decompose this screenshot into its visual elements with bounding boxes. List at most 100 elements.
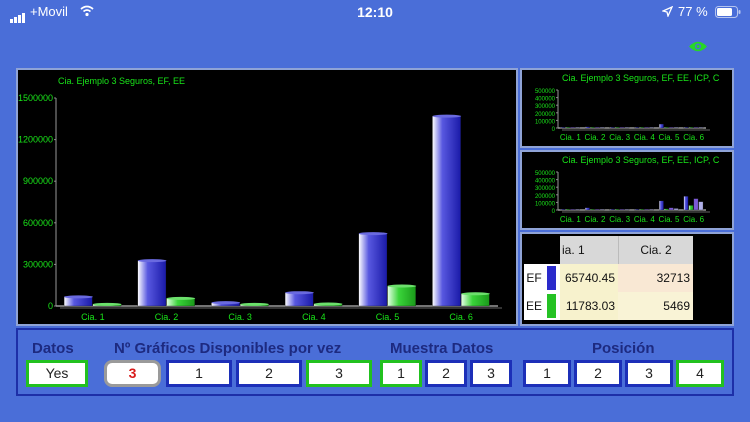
y-tick-label: 0	[552, 209, 556, 215]
controls-bar: Datos Yes Nº Gráficos Disponibles por ve…	[16, 328, 734, 396]
table-row-label: EE	[524, 292, 544, 320]
posicion-label: Posición	[592, 340, 655, 357]
bar-top	[358, 232, 388, 236]
bar	[619, 127, 625, 129]
bar	[619, 209, 625, 211]
bar	[693, 198, 699, 211]
bar	[663, 127, 669, 129]
location-arrow-icon	[662, 6, 673, 17]
y-tick-label: 0	[48, 301, 53, 311]
bar	[668, 207, 674, 211]
bar-top	[387, 284, 417, 288]
graficos-option-3-button[interactable]: 3	[306, 360, 372, 387]
muestra-option-1-button[interactable]: 1	[380, 360, 422, 387]
table-cell: 65740.45	[560, 264, 618, 292]
bar	[565, 209, 570, 211]
x-category-label: Cia. 1	[81, 312, 105, 322]
bar	[644, 209, 649, 211]
bar	[461, 293, 490, 307]
x-category-label: Cia. 4	[302, 312, 326, 322]
bar	[594, 127, 600, 129]
y-tick-label: 200000	[535, 194, 556, 200]
table-column-header: ia. 1	[560, 236, 618, 264]
bar	[624, 127, 630, 129]
datos-toggle-button[interactable]: Yes	[26, 360, 88, 387]
bar	[137, 260, 167, 307]
posicion-option-3-button[interactable]: 3	[625, 360, 673, 387]
x-category-label: Cia. 1	[560, 133, 581, 142]
chart-title: Cia. Ejemplo 3 Seguros, EF, EE, ICP, C	[562, 73, 720, 83]
bar	[284, 292, 314, 307]
y-tick-label: 300000	[23, 259, 53, 269]
y-tick-label: 400000	[535, 179, 556, 185]
y-tick-label: 400000	[535, 97, 556, 103]
bar	[693, 127, 699, 129]
bar	[649, 209, 654, 211]
muestra-option-2-button[interactable]: 2	[425, 360, 467, 387]
bar	[673, 208, 679, 211]
graficos-current-value[interactable]: 3	[104, 360, 161, 387]
bar	[609, 127, 615, 129]
x-category-label: Cia. 3	[228, 312, 252, 322]
bar	[698, 201, 704, 211]
main-chart-panel[interactable]: Cia. Ejemplo 3 Seguros, EF, EE 0 300000 60…	[16, 68, 518, 326]
bar-top	[137, 259, 167, 263]
bar	[663, 208, 669, 211]
y-tick-label: 0	[552, 127, 556, 133]
bar	[589, 127, 595, 129]
bar-top	[166, 296, 196, 300]
bar	[683, 127, 689, 129]
bar	[614, 209, 620, 211]
x-category-label: Cia. 5	[659, 133, 680, 142]
bar	[683, 196, 689, 211]
x-category-label: Cia. 2	[585, 215, 606, 224]
y-tick-label: 300000	[535, 186, 556, 192]
bar-top	[240, 302, 269, 306]
graficos-label: Nº Gráficos Disponibles por vez	[114, 340, 342, 357]
y-tick-label: 1200000	[18, 135, 53, 145]
bar	[624, 209, 630, 211]
bar	[387, 285, 416, 307]
posicion-option-4-button[interactable]: 4	[676, 360, 724, 387]
status-bar: +Movil 12:10 77 %	[0, 0, 750, 24]
bar	[688, 127, 694, 129]
data-table-panel[interactable]: ia. 1 Cia. 2 EF 65740.45 32713 EE 11783.…	[520, 232, 734, 326]
graficos-option-1-button[interactable]: 1	[166, 360, 232, 387]
bar	[649, 127, 654, 129]
bar-top	[92, 302, 122, 306]
bar-top	[211, 301, 241, 305]
posicion-option-2-button[interactable]: 2	[574, 360, 622, 387]
x-category-label: Cia. 4	[634, 133, 655, 142]
y-tick-label: 200000	[535, 112, 556, 118]
x-category-label: Cia. 1	[560, 215, 581, 224]
battery-icon	[715, 6, 741, 18]
bar	[668, 127, 674, 129]
small-chart-panel-1[interactable]: Cia. Ejemplo 3 Seguros, EF, EE, ICP, C 0…	[520, 68, 734, 148]
bar	[594, 209, 600, 211]
posicion-option-1-button[interactable]: 1	[523, 360, 571, 387]
graficos-option-2-button[interactable]: 2	[236, 360, 302, 387]
y-tick-label: 300000	[535, 104, 556, 110]
table-row-label: EF	[524, 264, 544, 292]
small-chart-panel-2[interactable]: Cia. Ejemplo 3 Seguros, EF, EE, ICP, C 0…	[520, 150, 734, 230]
bar	[609, 209, 615, 211]
muestra-option-3-button[interactable]: 3	[470, 360, 512, 387]
eye-icon[interactable]	[688, 40, 708, 53]
muestra-label: Muestra Datos	[390, 340, 494, 357]
bar-top	[285, 291, 314, 295]
bar	[432, 116, 461, 307]
bar	[639, 127, 644, 129]
bar	[584, 207, 590, 211]
legend-swatch-ee	[544, 292, 560, 320]
chart-title: Cia. Ejemplo 3 Seguros, EF, EE	[58, 76, 185, 86]
bar-top	[461, 292, 490, 296]
bar	[644, 127, 649, 129]
y-tick-label: 100000	[535, 119, 556, 125]
bar	[575, 127, 580, 129]
bar	[565, 127, 570, 129]
y-tick-label: 600000	[23, 218, 53, 228]
bar	[688, 205, 694, 211]
y-tick-label: 100000	[535, 201, 556, 207]
bar	[599, 127, 605, 129]
bar	[589, 209, 595, 211]
